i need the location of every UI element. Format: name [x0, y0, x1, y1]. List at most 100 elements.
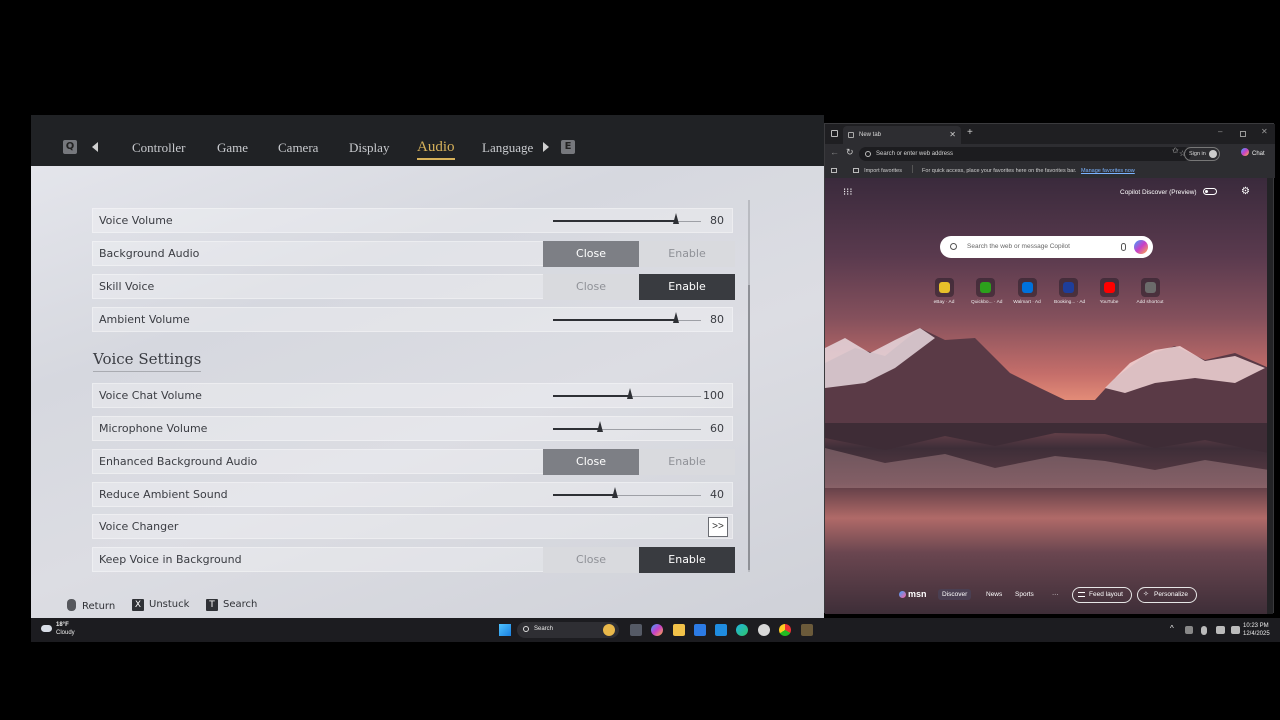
tab-actions-icon[interactable]	[831, 130, 838, 137]
chrome-icon[interactable]	[779, 624, 791, 636]
weather-description[interactable]: Cloudy	[56, 630, 75, 636]
e-key-hint[interactable]: E	[561, 140, 575, 154]
ambient-volume-slider[interactable]	[553, 312, 701, 323]
speaker-icon[interactable]	[1231, 626, 1240, 634]
tab-display[interactable]: Display	[349, 140, 389, 156]
favorites-sidebar-icon[interactable]	[852, 168, 859, 173]
reduce-ambient-sound-slider[interactable]	[553, 487, 701, 498]
settings-scroll-thumb[interactable]	[748, 285, 750, 570]
new-tab-tab[interactable]: New tab ✕	[843, 126, 961, 144]
microphone-icon[interactable]	[1121, 243, 1126, 251]
copilot-search-box[interactable]: Search the web or message Copilot	[940, 236, 1153, 258]
copilot-app-icon[interactable]	[651, 624, 663, 636]
shortcut-ebay[interactable]: eBay · Ad	[930, 278, 958, 305]
sign-in-button[interactable]: Sign in	[1184, 147, 1220, 161]
slider-knob-icon[interactable]	[672, 312, 679, 323]
voice-volume-row[interactable]: Voice Volume 80	[92, 208, 733, 233]
settings-gear-icon[interactable]: ⚙	[1241, 186, 1250, 197]
minimize-icon[interactable]: –	[1218, 127, 1222, 136]
voice-changer-open-button[interactable]: >>	[708, 517, 728, 537]
more-tabs-icon[interactable]: ···	[1052, 591, 1059, 598]
tab-game[interactable]: Game	[217, 140, 248, 156]
background-audio-close-button[interactable]: Close	[543, 241, 639, 267]
voice-volume-slider[interactable]	[553, 213, 701, 224]
personalize-button[interactable]: ✧ Personalize	[1137, 587, 1197, 603]
voice-changer-label: Voice Changer	[99, 520, 179, 533]
edge-icon[interactable]	[736, 624, 748, 636]
reduce-ambient-sound-row[interactable]: Reduce Ambient Sound 40	[92, 482, 733, 507]
manage-favorites-link[interactable]: Manage favorites now	[1081, 168, 1135, 174]
skill-voice-enable-button[interactable]: Enable	[639, 274, 735, 300]
microphone-volume-slider[interactable]	[553, 421, 701, 432]
toggle-switch-icon[interactable]	[1203, 188, 1218, 195]
keep-voice-close-button[interactable]: Close	[543, 547, 639, 573]
taskbar-search-box[interactable]: Search	[517, 622, 619, 638]
wifi-icon[interactable]	[1216, 626, 1225, 634]
tab-discover[interactable]: Discover	[938, 589, 972, 600]
refresh-icon[interactable]: ↻	[846, 147, 854, 158]
previous-tab-icon[interactable]	[92, 142, 98, 152]
tab-news[interactable]: News	[986, 591, 1002, 598]
microphone-icon[interactable]	[1201, 626, 1207, 635]
voice-changer-row[interactable]: Voice Changer >>	[92, 514, 733, 539]
tab-language[interactable]: Language	[482, 140, 533, 156]
background-audio-enable-button[interactable]: Enable	[639, 241, 735, 267]
keep-voice-enable-button[interactable]: Enable	[639, 547, 735, 573]
microphone-volume-row[interactable]: Microphone Volume 60	[92, 416, 733, 441]
apps-launcher-icon[interactable]: ⁝⁝⁝	[843, 187, 853, 198]
copilot-icon[interactable]	[1134, 240, 1148, 254]
tab-camera[interactable]: Camera	[278, 140, 318, 156]
copilot-discover-toggle[interactable]: Copilot Discover (Preview)	[1120, 188, 1218, 196]
q-key-hint[interactable]: Q	[63, 140, 77, 154]
shortcut-youtube[interactable]: YouTube	[1095, 278, 1123, 305]
tab-audio[interactable]: Audio	[417, 139, 455, 160]
back-icon[interactable]: ←	[830, 147, 839, 157]
unstuck-hint[interactable]: X Unstuck	[132, 599, 189, 611]
browser-scrollbar[interactable]	[1267, 178, 1273, 614]
tab-controller[interactable]: Controller	[132, 140, 185, 156]
enhanced-background-audio-close-button[interactable]: Close	[543, 449, 639, 475]
search-hint[interactable]: T Search	[206, 599, 257, 611]
close-window-icon[interactable]: ✕	[1261, 127, 1268, 136]
game-settings-window: Q Controller Game Camera Display Audio L…	[31, 115, 824, 618]
task-view-icon[interactable]	[630, 624, 642, 636]
favorites-icon[interactable]: ✩	[1172, 146, 1179, 155]
slider-knob-icon[interactable]	[612, 487, 619, 498]
add-tab-icon[interactable]: +	[967, 127, 973, 138]
clock-date[interactable]: 12/4/2025	[1243, 631, 1270, 637]
ambient-volume-row[interactable]: Ambient Volume 80	[92, 307, 733, 332]
file-explorer-icon[interactable]	[673, 624, 685, 636]
favorites-bar: Import favorites For quick access, place…	[825, 164, 1275, 178]
store-icon[interactable]	[694, 624, 706, 636]
slider-knob-icon[interactable]	[672, 213, 679, 224]
clock-time[interactable]: 10:23 PM	[1243, 623, 1269, 629]
weather-temperature[interactable]: 18°F	[56, 622, 69, 628]
weather-icon[interactable]	[41, 625, 52, 632]
import-favorites-link[interactable]: Import favorites	[864, 168, 902, 174]
next-tab-icon[interactable]	[543, 142, 549, 152]
network-icon[interactable]	[1185, 626, 1193, 634]
tab-sports[interactable]: Sports	[1015, 591, 1034, 598]
voice-chat-volume-slider[interactable]	[553, 388, 701, 399]
game-app-icon[interactable]	[801, 624, 813, 636]
copilot-chat-button[interactable]: Chat	[1241, 147, 1265, 161]
chrome-alt-icon[interactable]	[758, 624, 770, 636]
return-hint[interactable]: Return	[67, 599, 115, 612]
voice-chat-volume-row[interactable]: Voice Chat Volume 100	[92, 383, 733, 408]
mail-icon[interactable]	[715, 624, 727, 636]
add-shortcut-button[interactable]: Add shortcut	[1136, 278, 1164, 305]
skill-voice-close-button[interactable]: Close	[543, 274, 639, 300]
slider-knob-icon[interactable]	[597, 421, 604, 432]
shortcut-booking[interactable]: Booking... · Ad	[1054, 278, 1085, 305]
shortcut-walmart[interactable]: Walmart · Ad	[1013, 278, 1041, 305]
start-windows-icon[interactable]	[499, 624, 511, 636]
enhanced-background-audio-enable-button[interactable]: Enable	[639, 449, 735, 475]
maximize-icon[interactable]	[1240, 131, 1246, 137]
feed-layout-button[interactable]: Feed layout	[1072, 587, 1132, 603]
show-hidden-icons[interactable]: ^	[1170, 624, 1174, 633]
shortcut-quickbooks[interactable]: Quickbo... · Ad	[971, 278, 1002, 305]
edge-browser-window: New tab ✕ + – ✕ ← ↻ Search or enter web …	[824, 123, 1275, 614]
close-tab-icon[interactable]: ✕	[949, 126, 956, 144]
slider-knob-icon[interactable]	[626, 388, 633, 399]
address-bar[interactable]: Search or enter web address ☆	[859, 147, 1191, 161]
